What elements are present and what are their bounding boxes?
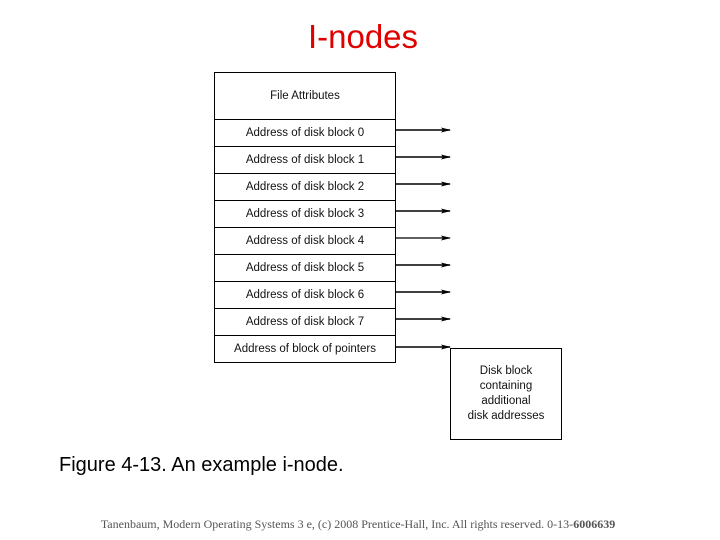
- additional-disk-block: Disk block containing additional disk ad…: [450, 348, 562, 440]
- inode-diagram: File Attributes Address of disk block 0 …: [214, 72, 396, 363]
- disk-block-address-cell: Address of disk block 3: [215, 200, 395, 227]
- disk-block-address-cell: Address of disk block 6: [215, 281, 395, 308]
- figure-caption: Figure 4-13. An example i-node.: [59, 454, 344, 476]
- disk-block-address-cell: Address of disk block 4: [215, 227, 395, 254]
- footer-isbn: 6006639: [573, 517, 616, 531]
- disk-block-line: disk addresses: [467, 410, 545, 422]
- footer-text: Tanenbaum, Modern Operating Systems 3 e,…: [100, 517, 574, 531]
- disk-block-address-cell: Address of disk block 7: [215, 308, 395, 335]
- disk-block-address-cell: Address of disk block 0: [215, 119, 395, 146]
- disk-block-line: Disk block: [479, 365, 533, 377]
- pointer-block-address-cell: Address of block of pointers: [215, 335, 395, 362]
- disk-block-line: containing: [479, 380, 533, 392]
- file-attributes-cell: File Attributes: [270, 90, 340, 102]
- disk-block-line: additional: [481, 395, 531, 407]
- disk-block-address-cell: Address of disk block 2: [215, 173, 395, 200]
- copyright-footer: Tanenbaum, Modern Operating Systems 3 e,…: [0, 516, 716, 532]
- slide-title: I-nodes: [307, 18, 419, 55]
- disk-block-address-cell: Address of disk block 1: [215, 146, 395, 173]
- disk-block-address-cell: Address of disk block 5: [215, 254, 395, 281]
